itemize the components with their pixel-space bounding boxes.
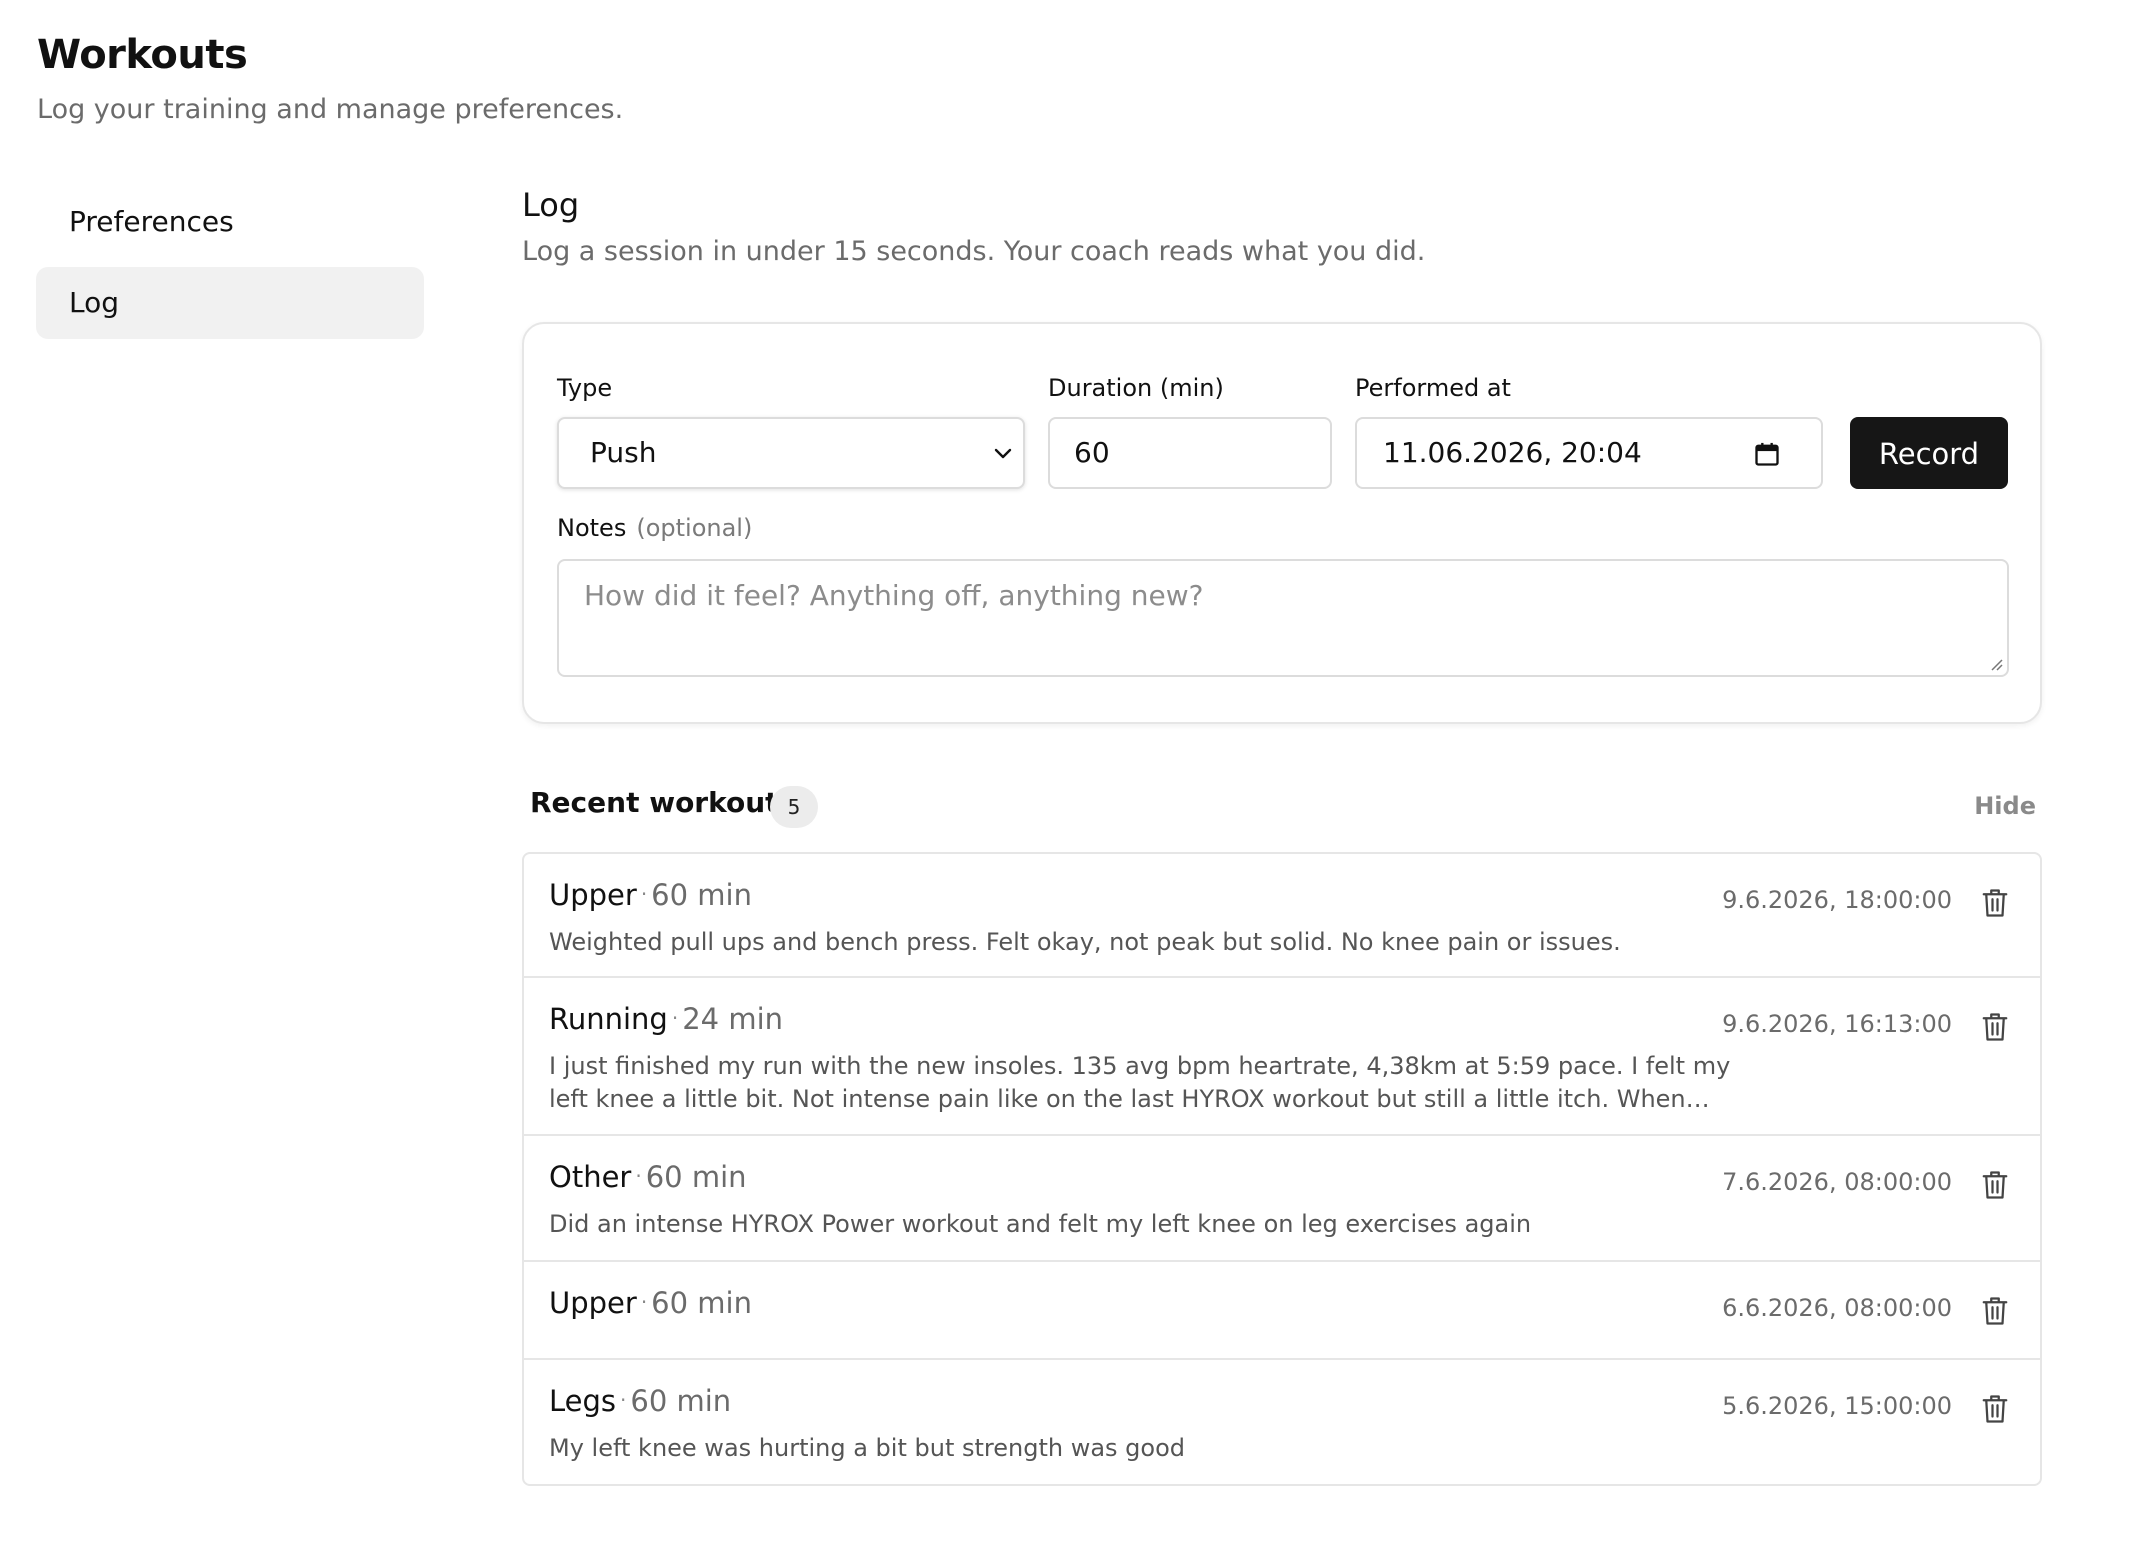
workout-date: 9.6.2026, 18:00:00 (1722, 886, 1952, 914)
separator: · (640, 1290, 648, 1314)
workout-type: Legs (549, 1384, 617, 1418)
duration-input[interactable]: 60 (1048, 417, 1332, 489)
resize-handle-icon[interactable] (1988, 656, 2004, 672)
page-subtitle: Log your training and manage preferences… (37, 94, 624, 125)
workout-duration: 60 min (651, 878, 752, 912)
workout-row: Upper · 60 min 6.6.2026, 08:00:00 (524, 1262, 2040, 1360)
workout-type: Other (549, 1160, 632, 1194)
log-form-card: Type Push Duration (min) 60 Performed at… (522, 322, 2042, 724)
workout-heading: Running · 24 min (549, 1002, 783, 1036)
trash-icon[interactable] (1980, 886, 2010, 920)
workout-row: Upper · 60 min Weighted pull ups and bench… (524, 854, 2040, 978)
workout-duration: 60 min (651, 1286, 752, 1320)
section-title: Log (522, 186, 580, 224)
workout-duration: 60 min (630, 1384, 732, 1418)
separator: · (635, 1164, 642, 1188)
recent-workouts-list: Upper · 60 min Weighted pull ups and bench… (522, 852, 2042, 1486)
type-select-value: Push (590, 436, 657, 469)
trash-icon[interactable] (1980, 1168, 2010, 1202)
calendar-icon[interactable] (1753, 440, 1781, 468)
sidebar-item-preferences[interactable]: Preferences (36, 186, 424, 258)
workout-date: 9.6.2026, 16:13:00 (1722, 1010, 1952, 1038)
notes-textarea[interactable]: How did it feel? Anything off, anything … (557, 559, 2009, 677)
workout-heading: Upper · 60 min (549, 878, 752, 912)
workout-row: Legs · 60 min My left knee was hurting a b… (524, 1360, 2040, 1484)
sidebar: Preferences Log (36, 186, 424, 348)
workout-note: I just finished my run with the new inso… (549, 1052, 1731, 1113)
section-subtitle: Log a session in under 15 seconds. Your … (522, 236, 1426, 267)
type-label: Type (557, 374, 613, 402)
recent-workouts-title: Recent workouts (530, 786, 796, 819)
sidebar-item-log[interactable]: Log (36, 267, 424, 339)
notes-optional-hint: (optional) (636, 514, 753, 542)
workout-duration: 24 min (682, 1002, 784, 1036)
notes-label: Notes (optional) (557, 514, 752, 542)
workout-type: Upper (549, 1286, 637, 1320)
trash-icon[interactable] (1980, 1392, 2010, 1426)
performed-at-value: 11.06.2026, 20:04 (1383, 436, 1642, 469)
workout-note: My left knee was hurting a bit but stren… (549, 1434, 1185, 1462)
separator: · (671, 1006, 679, 1030)
record-button[interactable]: Record (1850, 417, 2008, 489)
workout-heading: Other · 60 min (549, 1160, 747, 1194)
workout-row: Other · 60 min Did an intense HYROX Power … (524, 1136, 2040, 1262)
notes-label-text: Notes (557, 514, 627, 542)
recent-count-badge: 5 (770, 786, 818, 828)
hide-button[interactable]: Hide (1974, 792, 2036, 820)
workouts-page: Workouts Log your training and manage pr… (0, 0, 2132, 1562)
workout-row: Running · 24 min I just finished my run wi… (524, 978, 2040, 1136)
chevron-down-icon (994, 448, 1012, 459)
workout-note: Did an intense HYROX Power workout and f… (549, 1210, 1532, 1238)
workout-type: Running (549, 1002, 668, 1036)
trash-icon[interactable] (1980, 1294, 2010, 1328)
performed-at-label: Performed at (1355, 374, 1511, 402)
page-title: Workouts (37, 32, 248, 78)
workout-note: Weighted pull ups and bench press. Felt … (549, 928, 1621, 956)
workout-heading: Upper · 60 min (549, 1286, 752, 1320)
workout-duration: 60 min (645, 1160, 747, 1194)
separator: · (640, 882, 648, 906)
notes-placeholder: How did it feel? Anything off, anything … (584, 579, 1204, 612)
separator: · (620, 1388, 627, 1412)
trash-icon[interactable] (1980, 1010, 2010, 1044)
workout-date: 7.6.2026, 08:00:00 (1722, 1168, 1952, 1196)
type-select[interactable]: Push (557, 417, 1025, 489)
workout-type: Upper (549, 878, 637, 912)
workout-heading: Legs · 60 min (549, 1384, 731, 1418)
workout-date: 5.6.2026, 15:00:00 (1722, 1392, 1952, 1420)
workout-date: 6.6.2026, 08:00:00 (1722, 1294, 1952, 1322)
performed-at-input[interactable]: 11.06.2026, 20:04 (1355, 417, 1823, 489)
duration-label: Duration (min) (1048, 374, 1224, 402)
